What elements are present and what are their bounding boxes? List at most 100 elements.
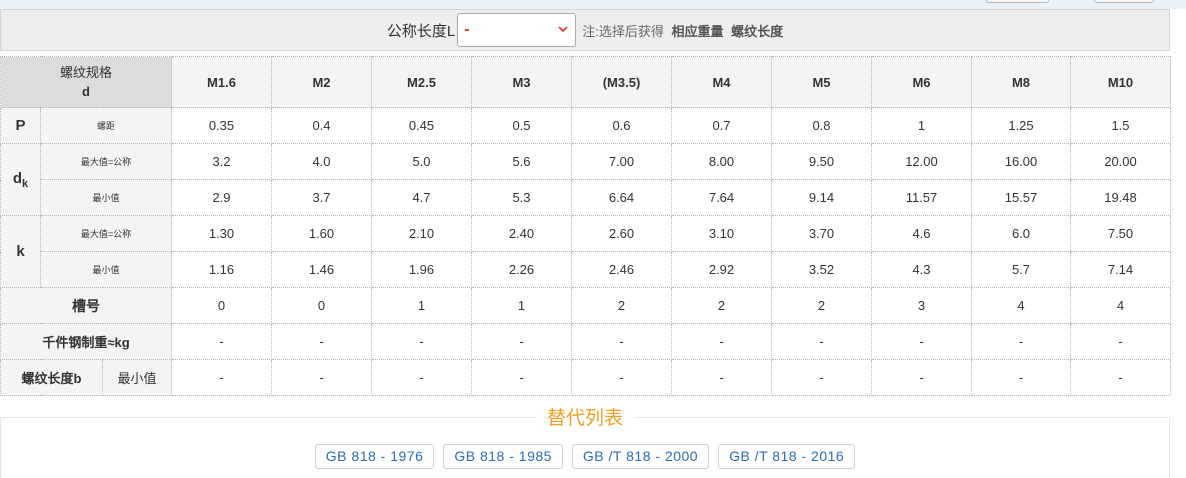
pitch-symbol: P — [0, 107, 41, 144]
slot-value: 4 — [1070, 287, 1171, 324]
k-max-row: k 最大值=公称 1.30 1.60 2.10 2.40 2.60 3.10 3… — [0, 215, 1171, 288]
slot-value: 2 — [571, 287, 672, 324]
thread-length-value: - — [871, 359, 972, 396]
k-min-row: 最小值 1.16 1.46 1.96 2.26 2.46 2.92 3.52 4… — [1, 251, 1171, 288]
dk-max-value: 5.0 — [371, 143, 472, 180]
dk-min-row: 最小值 2.9 3.7 4.7 5.3 6.64 7.64 9.14 11.57… — [1, 179, 1171, 216]
alternative-standard-link[interactable]: GB /T 818 - 2000 — [571, 444, 710, 469]
top-strip — [0, 0, 1186, 9]
weight-value: - — [171, 323, 272, 360]
dk-min-value: 19.48 — [1070, 179, 1171, 216]
k-max-value: 7.50 — [1070, 215, 1171, 252]
dk-max-row: dk 最大值=公称 3.2 4.0 5.0 5.6 7.00 8.00 9.50… — [0, 143, 1171, 216]
k-max-value: 4.6 — [871, 215, 972, 252]
length-selector-bar: 公称长度L - 注:选择后获得 相应重量 螺纹长度 — [0, 9, 1170, 51]
pitch-value: 0.5 — [471, 107, 572, 144]
length-select[interactable]: - — [457, 13, 577, 47]
k-min-value: 7.14 — [1070, 251, 1171, 288]
slot-value: 4 — [971, 287, 1071, 324]
dk-max-label: 最大值=公称 — [40, 143, 172, 180]
dk-min-value: 15.57 — [971, 179, 1071, 216]
weight-value: - — [271, 323, 372, 360]
thread-length-min-label: 最小值 — [102, 359, 172, 396]
thread-length-value: - — [371, 359, 472, 396]
dk-max-value: 20.00 — [1070, 143, 1171, 180]
thread-length-row: 螺纹长度b 最小值 - - - - - - - - - - — [0, 359, 1171, 396]
note-weight: 相应重量 — [671, 23, 724, 39]
size-header: M1.6 — [171, 56, 272, 108]
pitch-value: 0.8 — [771, 107, 872, 144]
k-min-value: 4.3 — [871, 251, 972, 288]
thread-length-value: - — [271, 359, 372, 396]
size-header: M3 — [471, 56, 572, 108]
dk-symbol-sub: k — [22, 177, 29, 190]
dk-max-value: 8.00 — [671, 143, 772, 180]
slot-label: 槽号 — [0, 287, 172, 324]
weight-value: - — [771, 323, 872, 360]
length-note: 注:选择后获得 相应重量 螺纹长度 — [582, 21, 783, 40]
alternative-standard-link[interactable]: GB 818 - 1985 — [443, 444, 563, 469]
dk-min-label: 最小值 — [40, 179, 172, 216]
alternative-standard-link[interactable]: GB /T 818 - 2016 — [718, 444, 856, 469]
slot-value: 0 — [171, 287, 272, 324]
k-min-value: 1.46 — [271, 251, 372, 288]
dk-max-value: 12.00 — [871, 143, 972, 180]
dk-min-value: 3.7 — [271, 179, 372, 216]
pitch-row: P 螺距 0.35 0.4 0.45 0.5 0.6 0.7 0.8 1 1.2… — [0, 107, 1171, 144]
k-max-value: 1.30 — [171, 215, 272, 252]
dk-min-value: 9.14 — [771, 179, 872, 216]
pitch-value: 1.5 — [1070, 107, 1171, 144]
slot-value: 2 — [771, 287, 872, 324]
k-max-value: 2.40 — [471, 215, 572, 252]
thread-spec-header: 螺纹规格 d — [0, 56, 172, 108]
size-header-row: 螺纹规格 d M1.6 M2 M2.5 M3 (M3.5) M4 M5 M6 M… — [0, 56, 1171, 108]
weight-value: - — [571, 323, 672, 360]
k-min-value: 3.52 — [771, 251, 872, 288]
slot-value: 1 — [471, 287, 572, 324]
partial-button[interactable] — [986, 0, 1049, 3]
k-max-value: 6.0 — [971, 215, 1071, 252]
dk-max-value: 9.50 — [771, 143, 872, 180]
thread-spec-label: 螺纹规格 — [59, 65, 112, 80]
k-min-value: 2.92 — [671, 251, 772, 288]
dk-min-value: 7.64 — [671, 179, 772, 216]
thread-spec-symbol: d — [82, 84, 90, 99]
pitch-label: 螺距 — [40, 107, 172, 144]
thread-length-value: - — [1070, 359, 1171, 396]
size-header: M4 — [671, 56, 772, 108]
thread-length-value: - — [671, 359, 772, 396]
dk-max-value: 7.00 — [571, 143, 672, 180]
note-prefix: 注:选择后获得 — [582, 23, 664, 39]
partial-button[interactable] — [1094, 0, 1154, 3]
size-header: M10 — [1070, 56, 1171, 108]
slot-value: 1 — [371, 287, 472, 324]
k-max-value: 1.60 — [271, 215, 372, 252]
alternative-standard-link[interactable]: GB 818 - 1976 — [314, 444, 435, 469]
thread-length-value: - — [971, 359, 1071, 396]
pitch-value: 0.6 — [571, 107, 672, 144]
pitch-value: 1 — [871, 107, 972, 144]
dk-symbol-main: d — [12, 169, 23, 187]
weight-value: - — [371, 323, 472, 360]
k-min-value: 5.7 — [971, 251, 1071, 288]
weight-value: - — [871, 323, 972, 360]
note-thread: 螺纹长度 — [731, 23, 784, 39]
dk-max-value: 3.2 — [171, 143, 272, 180]
dk-max-value: 4.0 — [271, 143, 372, 180]
alternatives-title-text: 替代列表 — [534, 408, 635, 429]
slot-value: 3 — [871, 287, 972, 324]
dk-symbol: dk — [0, 143, 41, 216]
dk-max-value: 5.6 — [471, 143, 572, 180]
k-min-value: 2.46 — [571, 251, 672, 288]
dk-min-value: 4.7 — [371, 179, 472, 216]
thread-length-value: - — [571, 359, 672, 396]
alternatives-title: 替代列表 — [0, 403, 1170, 430]
pitch-value: 0.45 — [371, 107, 472, 144]
thread-length-value: - — [771, 359, 872, 396]
k-max-value: 2.10 — [371, 215, 472, 252]
size-header: M2.5 — [371, 56, 472, 108]
size-header: M5 — [771, 56, 872, 108]
slot-row: 槽号 0 0 1 1 2 2 2 3 4 4 — [0, 287, 1171, 324]
k-min-value: 1.96 — [371, 251, 472, 288]
weight-value: - — [971, 323, 1071, 360]
